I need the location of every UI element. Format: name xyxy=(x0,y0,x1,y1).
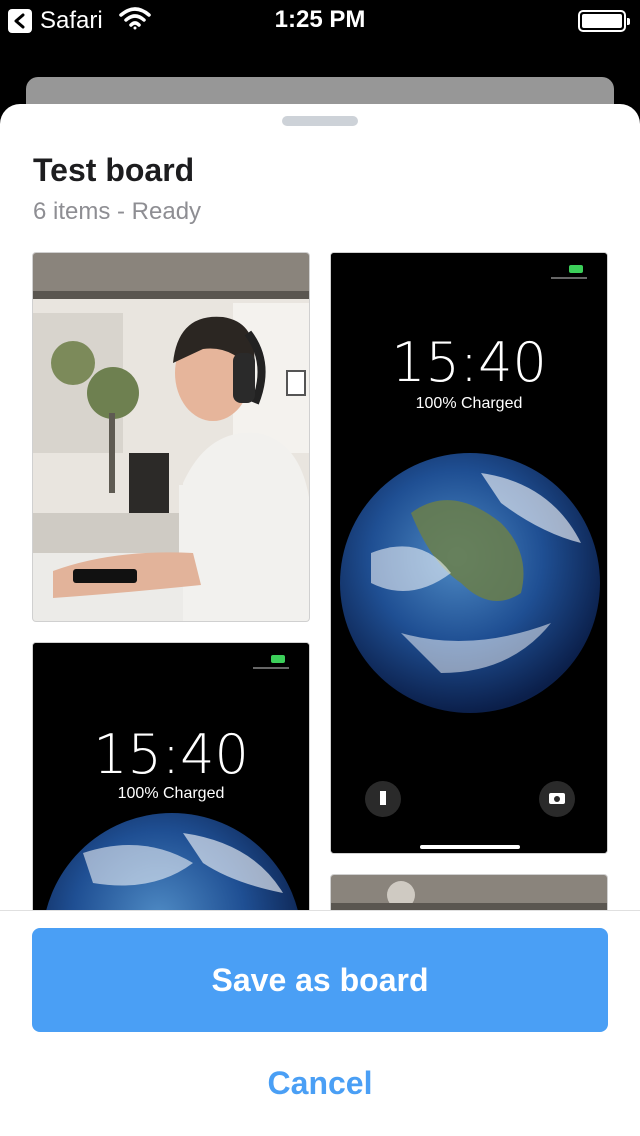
lockscreen-charged: 100% Charged xyxy=(415,395,523,412)
battery-icon xyxy=(578,10,630,32)
lockscreen-time: 15:40 xyxy=(93,723,249,786)
cancel-button[interactable]: Cancel xyxy=(220,1058,420,1108)
lockscreen-charged: 100% Charged xyxy=(117,785,225,802)
lockscreen-time: 15:40 xyxy=(391,331,547,394)
divider xyxy=(0,910,640,911)
item-thumbnail-lockscreen[interactable]: 15:40 100% Charged xyxy=(330,252,608,854)
item-thumbnail-lockscreen[interactable]: 15:40 100% Charged xyxy=(32,642,310,910)
item-thumbnail-photo[interactable] xyxy=(330,874,608,910)
save-as-board-button[interactable]: Save as board xyxy=(32,928,608,1032)
share-sheet: Test board 6 items - Ready 15:40 100% Ch… xyxy=(0,104,640,1136)
board-title: Test board xyxy=(33,152,195,188)
items-grid[interactable]: 15:40 100% Charged 15:40 100% Charged xyxy=(0,252,640,910)
status-time: 1:25 PM xyxy=(274,6,366,33)
office-photo xyxy=(331,875,607,910)
sheet-grabber-handle[interactable] xyxy=(282,116,358,126)
board-subtitle: 6 items - Ready xyxy=(33,198,202,225)
item-thumbnail-photo[interactable] xyxy=(32,252,310,622)
person-at-desk-photo xyxy=(33,253,309,621)
status-bar: Safari 1:25 PM xyxy=(0,0,640,40)
